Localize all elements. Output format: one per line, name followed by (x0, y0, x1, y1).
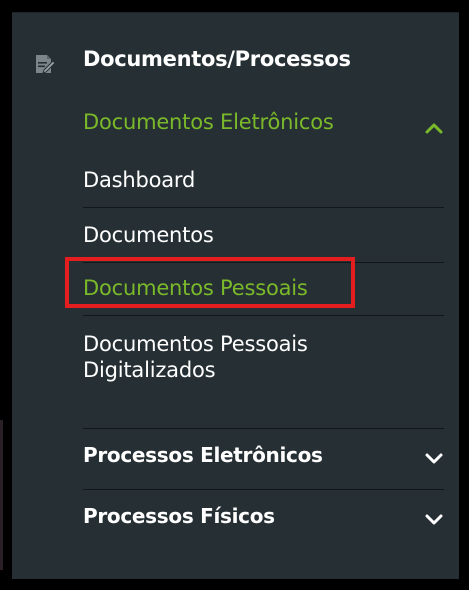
chevron-down-icon (425, 514, 443, 525)
menu-item-label: Processos Físicos (83, 504, 275, 528)
menu-item-processos-eletronicos[interactable]: Processos Eletrônicos (83, 439, 453, 479)
chevron-up-icon (425, 123, 443, 134)
section-title: Documentos/Processos (83, 47, 351, 71)
divider (83, 489, 444, 490)
divider (83, 207, 444, 208)
menu-item-label: Processos Eletrônicos (83, 443, 323, 467)
chevron-down-icon (425, 453, 443, 464)
sidebar-menu-panel: Documentos/Processos Documentos Eletrôni… (12, 12, 459, 579)
menu-item-processos-fisicos[interactable]: Processos Físicos (83, 500, 453, 540)
divider (83, 315, 444, 316)
group-toggle-documentos-eletronicos[interactable]: Documentos Eletrônicos (83, 105, 453, 145)
submenu-item-documentos-pessoais[interactable]: Documentos Pessoais (83, 276, 444, 300)
submenu-item-documentos[interactable]: Documentos (83, 223, 444, 247)
group-label: Documentos Eletrônicos (83, 110, 334, 134)
edit-document-icon (36, 55, 56, 74)
submenu-item-documentos-pessoais-digitalizados[interactable]: Documentos Pessoais Digitalizados (83, 331, 373, 383)
left-edge-strip (0, 420, 3, 570)
submenu-item-dashboard[interactable]: Dashboard (83, 168, 444, 192)
divider (83, 262, 444, 263)
divider (83, 428, 444, 429)
